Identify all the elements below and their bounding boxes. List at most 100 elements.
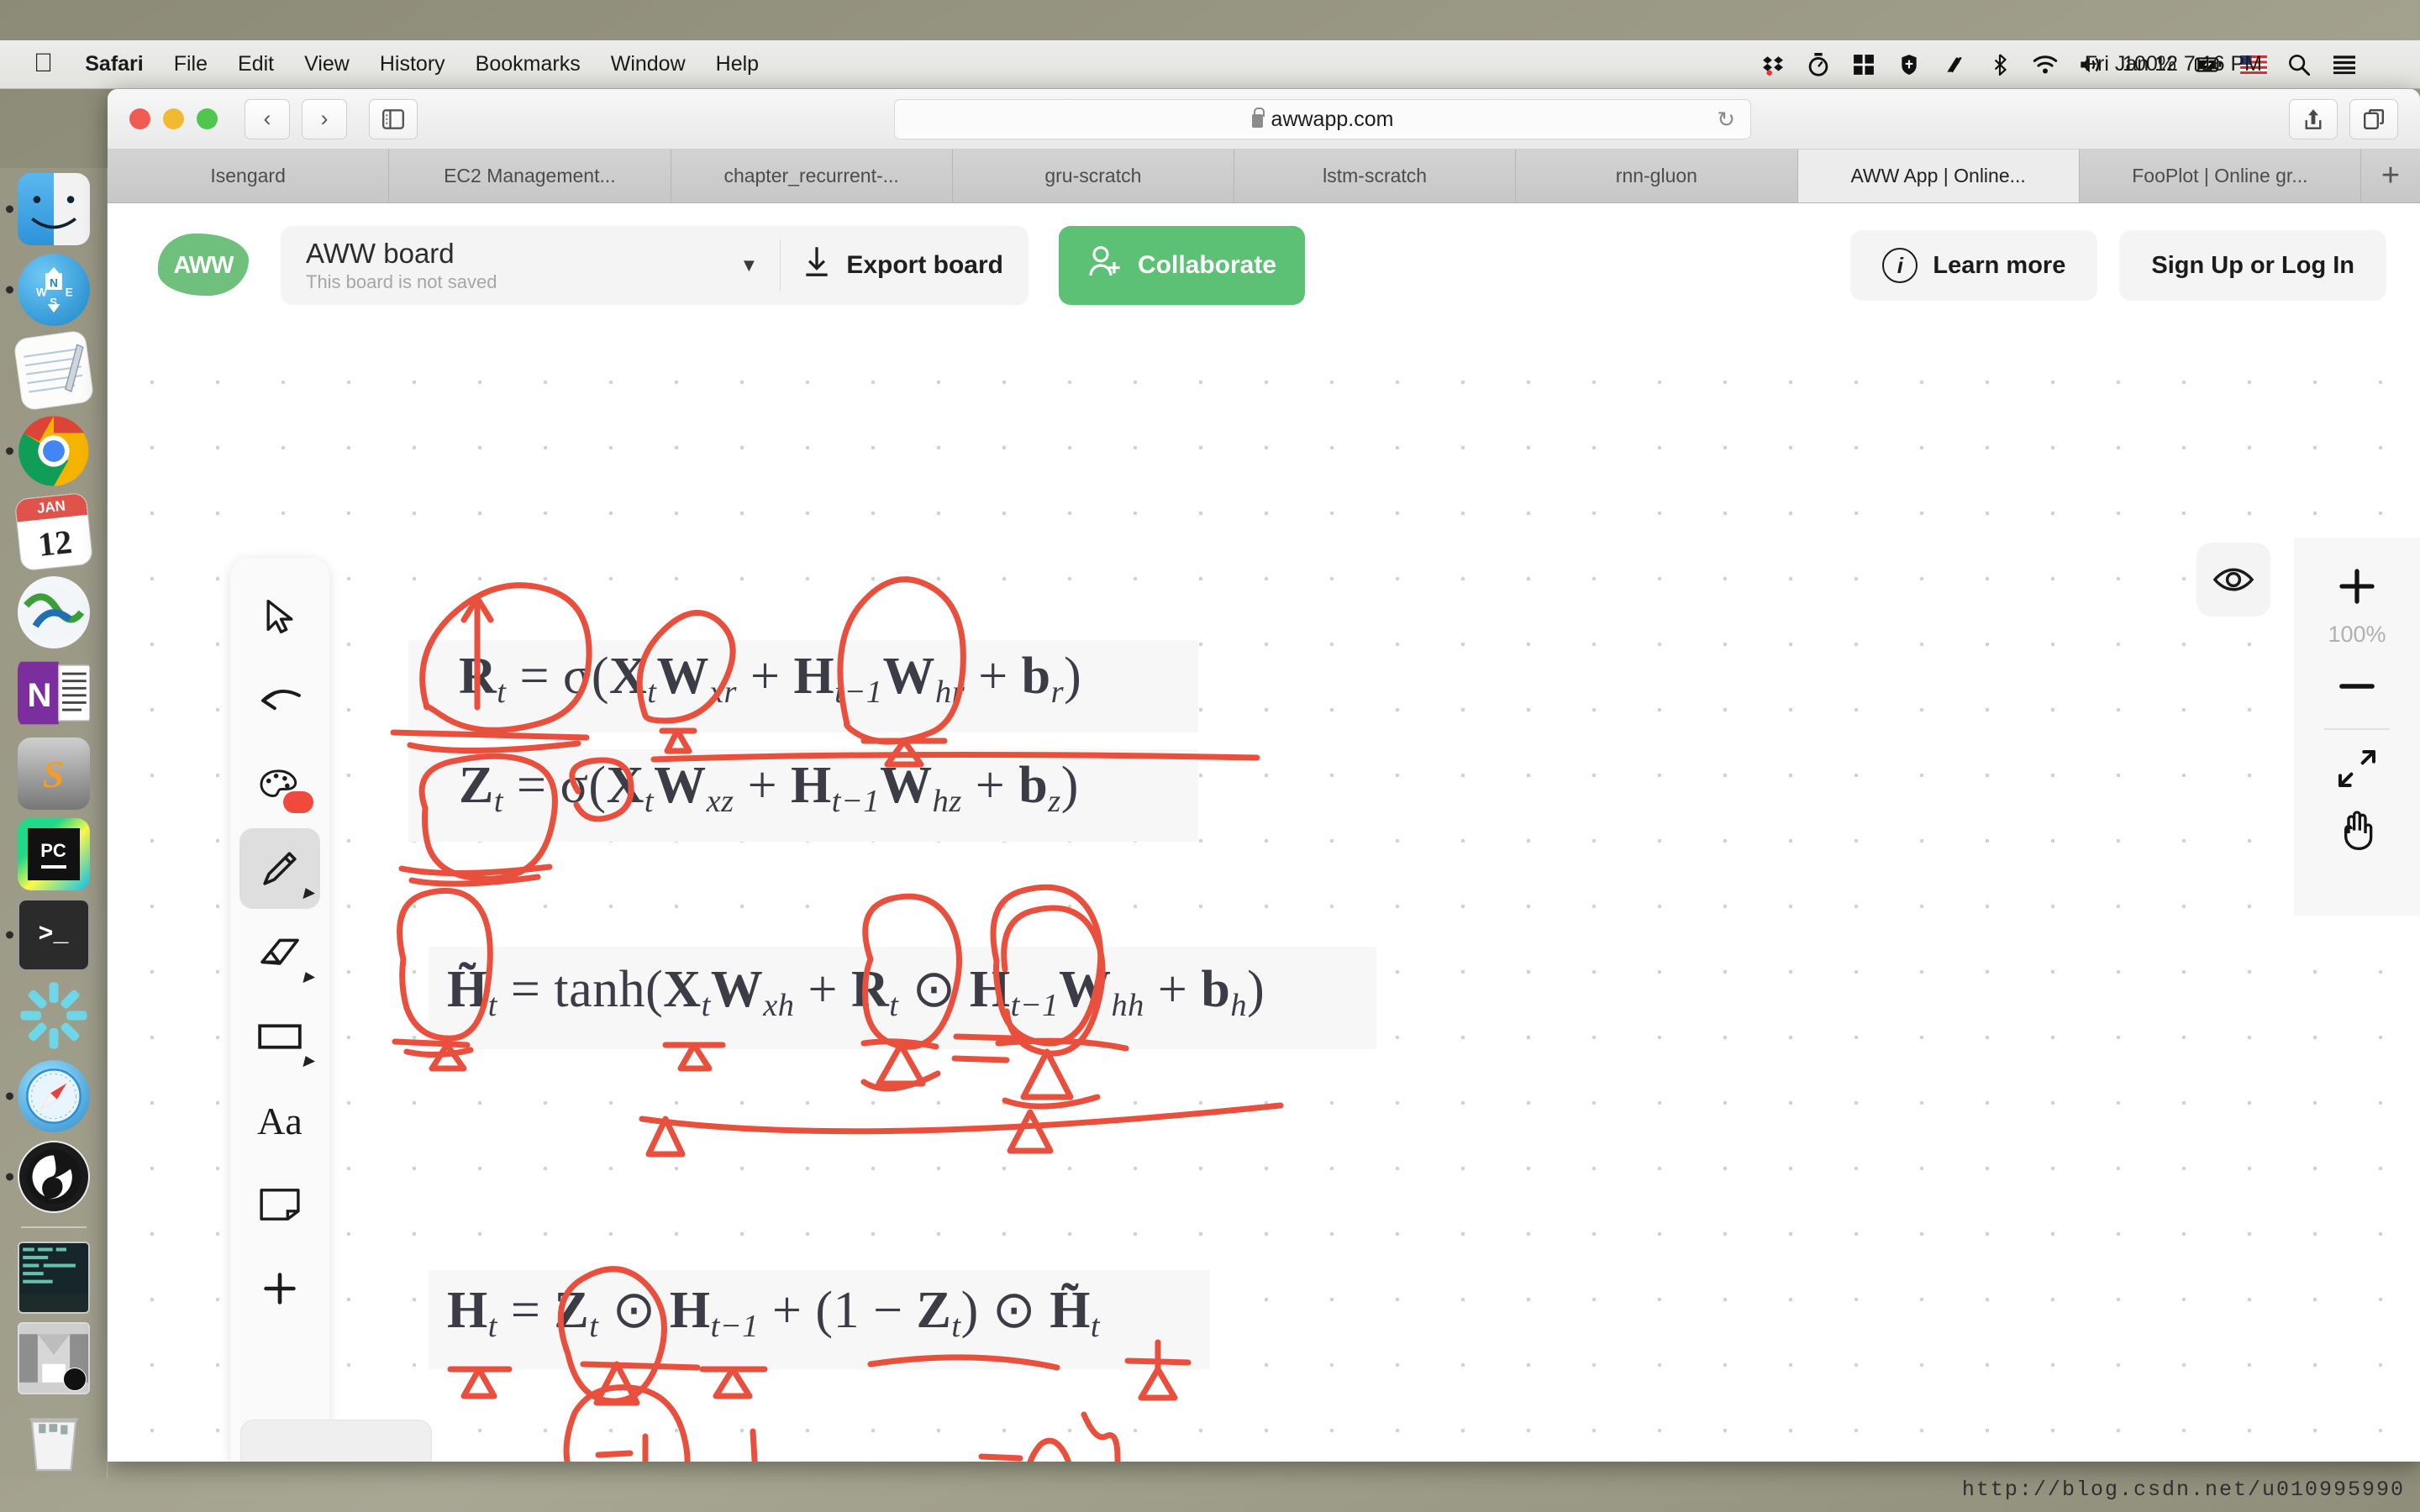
text-tool[interactable]: Aa: [239, 1080, 320, 1161]
board-selector[interactable]: AWW board This board is not saved ▼ Expo…: [281, 226, 1028, 305]
tab-gru-scratch[interactable]: gru-scratch: [952, 150, 1234, 202]
dock-item-pycharm[interactable]: PC: [17, 818, 90, 890]
dock-item-notes[interactable]: [12, 329, 95, 412]
dock-item-onenote[interactable]: N: [17, 657, 90, 729]
spotlight-search-icon[interactable]: [2286, 51, 2312, 78]
menubar-datetime: Fri Jan 12 7:16 PM: [2084, 52, 2262, 76]
close-window-button[interactable]: [129, 108, 150, 129]
dock-item-trash[interactable]: [18, 1403, 90, 1475]
dashlane-icon[interactable]: [1941, 51, 1968, 78]
dock-item-google-chrome[interactable]: [5, 415, 90, 487]
pycharm-icon: PC: [17, 818, 90, 890]
safari-title-bar: ‹ › awwapp.com ↻: [108, 89, 2420, 150]
watermark-text: http://blog.csdn.net/u010995990: [1961, 1478, 2405, 1502]
fit-to-screen-button[interactable]: [2317, 738, 2397, 799]
address-bar[interactable]: awwapp.com ↻: [894, 99, 1751, 139]
new-tab-button[interactable]: +: [2361, 150, 2420, 202]
svg-text:S: S: [50, 297, 57, 309]
dock-item-visio[interactable]: [17, 576, 90, 648]
show-all-tabs-button[interactable]: [2349, 98, 2398, 139]
dock-item-minimized-obs[interactable]: [17, 1322, 90, 1394]
drawing-tool-rail: ▶ ▶ ▶ Aa: [230, 558, 329, 1462]
pencil-submenu-caret-icon[interactable]: ▶: [303, 885, 314, 901]
shape-tool[interactable]: ▶: [239, 996, 320, 1077]
add-tool[interactable]: [239, 1248, 320, 1329]
running-indicator-dot: [5, 205, 13, 213]
running-indicator-dot: [5, 286, 13, 294]
menu-item-view[interactable]: View: [289, 52, 365, 76]
export-board-button[interactable]: Export board: [802, 246, 1003, 285]
pencil-tool[interactable]: ▶: [239, 828, 320, 909]
reload-button[interactable]: ↻: [1717, 107, 1735, 133]
minimized-terminal-window-thumbnail: [17, 1242, 90, 1314]
dock-item-finder[interactable]: [5, 173, 90, 245]
back-button[interactable]: ‹: [245, 98, 290, 139]
shield-icon[interactable]: [1896, 51, 1923, 78]
menu-item-safari[interactable]: Safari: [70, 52, 158, 76]
menu-item-bookmarks[interactable]: Bookmarks: [460, 52, 596, 76]
timer-icon[interactable]: [1805, 51, 1832, 78]
chevron-down-icon[interactable]: ▼: [740, 255, 759, 276]
sign-up-label: Sign Up or Log In: [2151, 251, 2354, 279]
obs-studio-icon: [17, 1141, 90, 1213]
chrome-icon: [18, 415, 90, 487]
tab-chapter-recurrent[interactable]: chapter_recurrent-...: [671, 150, 953, 202]
add-person-icon: [1087, 245, 1121, 286]
hand-pan-icon: [2344, 811, 2373, 850]
export-board-label: Export board: [846, 251, 1003, 279]
collaborate-button[interactable]: Collaborate: [1059, 226, 1306, 305]
dock-item-minimized-terminal[interactable]: [17, 1242, 90, 1314]
dock-item-safari[interactable]: [5, 1060, 90, 1132]
apple-menu-icon[interactable]: : [34, 50, 70, 80]
dock-item-terminal[interactable]: >_: [5, 899, 90, 971]
aww-logo[interactable]: AWW: [158, 227, 249, 304]
eraser-submenu-caret-icon[interactable]: ▶: [303, 969, 314, 985]
color-palette-tool[interactable]: [239, 744, 320, 825]
current-color-swatch[interactable]: [283, 791, 313, 813]
bluetooth-icon[interactable]: [1986, 51, 2013, 78]
tab-lstm-scratch[interactable]: lstm-scratch: [1234, 150, 1517, 202]
eye-icon: [2212, 568, 2254, 591]
tab-ec2-management[interactable]: EC2 Management...: [389, 150, 671, 202]
notification-center-icon[interactable]: [2331, 51, 2358, 78]
menu-item-window[interactable]: Window: [596, 52, 701, 76]
finder-icon: [17, 173, 90, 245]
learn-more-button[interactable]: i Learn more: [1850, 230, 2098, 301]
wifi-icon[interactable]: [2032, 51, 2059, 78]
dock-item-maps[interactable]: W ENS: [5, 254, 90, 326]
tab-isengard[interactable]: Isengard: [108, 150, 390, 202]
shape-submenu-caret-icon[interactable]: ▶: [303, 1053, 314, 1069]
minimized-obs-window-thumbnail: [17, 1322, 90, 1394]
sign-up-or-log-in-button[interactable]: Sign Up or Log In: [2119, 230, 2386, 301]
eraser-tool[interactable]: ▶: [239, 912, 320, 993]
sticky-note-tool[interactable]: [239, 1164, 320, 1245]
dock-item-obs-studio[interactable]: [5, 1141, 90, 1213]
forward-button[interactable]: ›: [302, 98, 347, 139]
undo-tool[interactable]: [239, 660, 320, 741]
grid-icon[interactable]: [1850, 51, 1877, 78]
toggle-visibility-button[interactable]: [2196, 543, 2270, 617]
dock-item-sublime-text[interactable]: S: [17, 738, 90, 810]
secure-lock-icon: [1251, 108, 1265, 128]
tab-rnn-gluon[interactable]: rnn-gluon: [1516, 150, 1798, 202]
select-tool[interactable]: [239, 576, 320, 657]
tab-aww-app[interactable]: AWW App | Online...: [1797, 150, 2080, 202]
sidebar-toggle-button[interactable]: [369, 98, 418, 139]
menu-item-edit[interactable]: Edit: [223, 52, 289, 76]
calendar-icon: JAN 12: [13, 491, 93, 572]
bottom-panel-peek[interactable]: [240, 1420, 432, 1462]
menu-item-file[interactable]: File: [159, 52, 223, 76]
zoom-out-button[interactable]: [2317, 656, 2397, 717]
menu-item-help[interactable]: Help: [701, 52, 774, 76]
pan-hand-button[interactable]: [2317, 799, 2397, 859]
tab-fooplot[interactable]: FooPlot | Online gr...: [2079, 150, 2361, 202]
dock-item-loading-spinner[interactable]: [18, 979, 90, 1052]
notes-icon: [12, 329, 95, 412]
minimize-window-button[interactable]: [163, 108, 184, 129]
zoom-in-button[interactable]: [2317, 556, 2397, 617]
dock-item-calendar[interactable]: JAN 12: [13, 491, 93, 572]
dropbox-icon[interactable]: [1760, 51, 1786, 78]
maximize-window-button[interactable]: [197, 108, 218, 129]
menu-item-history[interactable]: History: [365, 52, 460, 76]
share-button[interactable]: [2289, 98, 2338, 139]
